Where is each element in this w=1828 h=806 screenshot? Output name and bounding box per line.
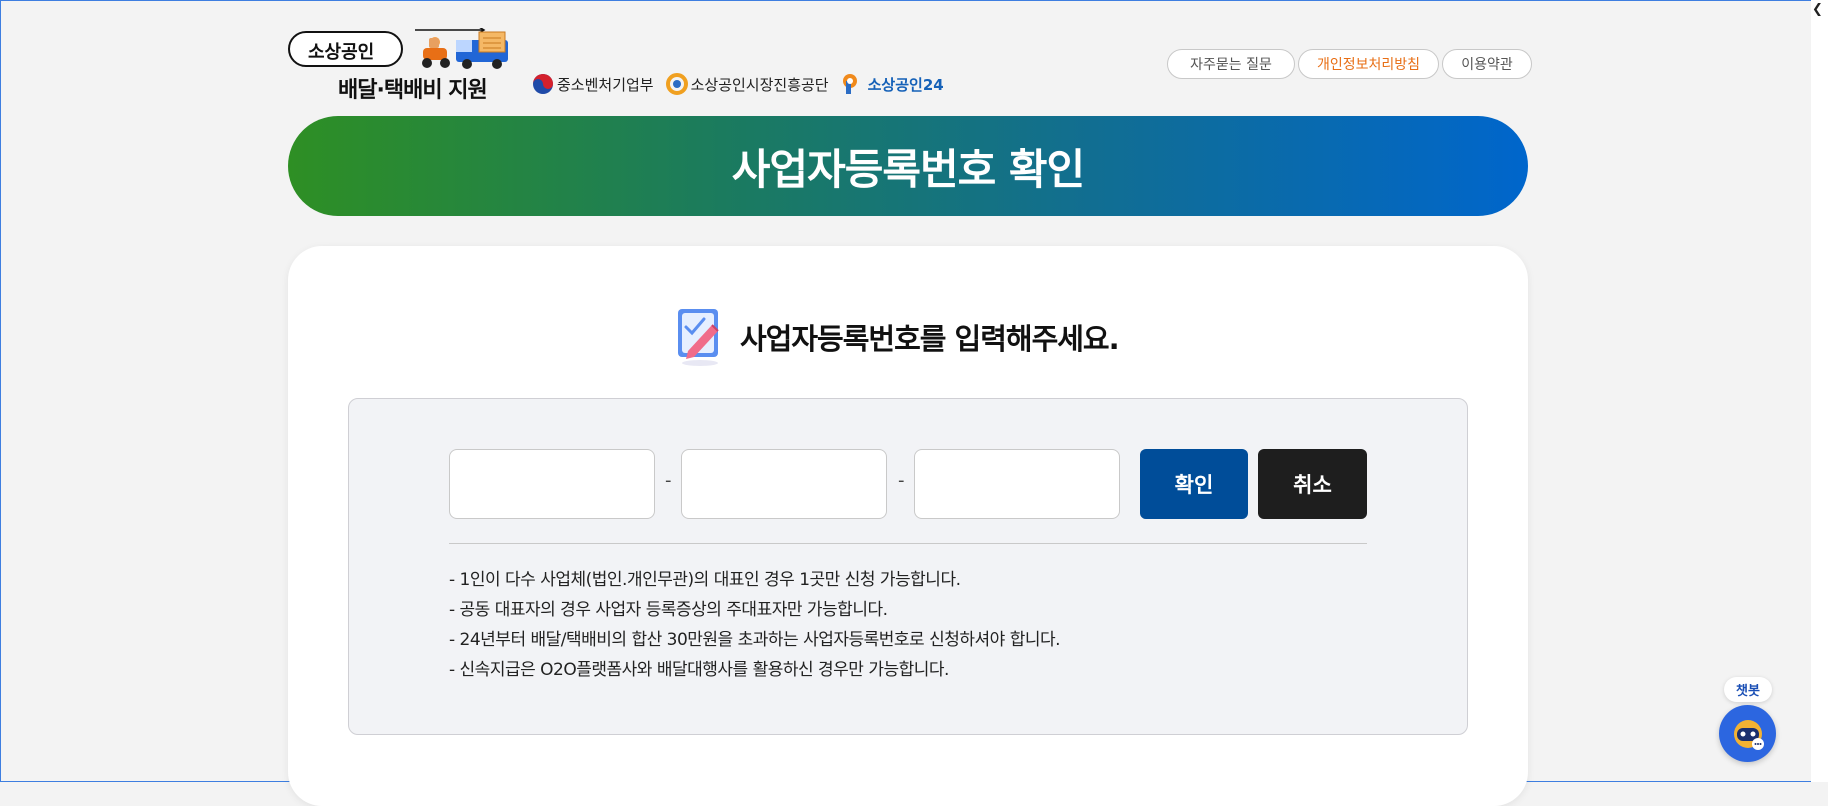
notice-item: - 1인이 다수 사업체(법인.개인무관)의 대표인 경우 1곳만 신청 가능합… — [449, 570, 961, 590]
privacy-policy-link[interactable]: 개인정보처리방침 — [1298, 49, 1439, 79]
divider — [449, 543, 1367, 544]
cancel-button[interactable]: 취소 — [1258, 449, 1367, 519]
form-heading-text: 사업자등록번호를 입력해주세요. — [740, 322, 1120, 356]
notice-item: - 공동 대표자의 경우 사업자 등록증상의 주대표자만 가능합니다. — [449, 600, 888, 620]
org-mss[interactable]: 중소벤처기업부 — [532, 73, 654, 95]
site-logo[interactable]: 소상공인 배달·택배비 지원 — [286, 28, 514, 103]
separator-2: - — [898, 470, 905, 491]
sbiz24-logo-icon — [842, 74, 857, 94]
logo-line2: 배달·택배비 지원 — [338, 78, 488, 103]
biz-number-part2-input[interactable] — [681, 449, 887, 519]
chatbot-button[interactable] — [1719, 705, 1776, 762]
delivery-truck-icon — [415, 28, 508, 69]
org-semas[interactable]: 소상공인시장진흥공단 — [665, 73, 829, 95]
chatbot-label[interactable]: 챗봇 — [1724, 677, 1772, 702]
top-links: 자주묻는 질문 개인정보처리방침 이용약관 — [1167, 49, 1532, 79]
collapse-icon[interactable]: ❮ — [1812, 2, 1823, 17]
biz-number-part3-input[interactable] — [914, 449, 1120, 519]
page-title: 사업자등록번호 확인 — [731, 144, 1085, 194]
document-pen-icon — [678, 309, 719, 366]
org-logos: 중소벤처기업부 소상공인시장진흥공단 소상공인24 — [532, 73, 944, 95]
notice-item: - 신속지급은 O2O플랫폼사와 배달대행사를 활용하신 경우만 가능합니다. — [449, 660, 949, 680]
semas-logo-icon — [665, 73, 688, 95]
faq-link[interactable]: 자주묻는 질문 — [1167, 49, 1295, 79]
biz-number-part1-input[interactable] — [449, 449, 655, 519]
page-banner: 사업자등록번호 확인 — [288, 116, 1528, 216]
notice-list: - 1인이 다수 사업체(법인.개인무관)의 대표인 경우 1곳만 신청 가능합… — [449, 565, 1061, 685]
logo-line1: 소상공인 — [308, 42, 375, 63]
separator-1: - — [665, 470, 672, 491]
right-sidebar-strip — [1811, 0, 1828, 782]
terms-link[interactable]: 이용약관 — [1442, 49, 1532, 79]
form-heading: 사업자등록번호를 입력해주세요. — [674, 305, 1120, 369]
chatbot-robot-icon — [1733, 719, 1764, 750]
notice-item: - 24년부터 배달/택배비의 합산 30만원을 초과하는 사업자등록번호로 신… — [449, 630, 1061, 650]
taegeuk-icon — [533, 74, 553, 94]
confirm-button[interactable]: 확인 — [1140, 449, 1248, 519]
org-sbiz24[interactable]: 소상공인24 — [841, 73, 944, 95]
logo-badge: 소상공인 — [288, 31, 403, 67]
